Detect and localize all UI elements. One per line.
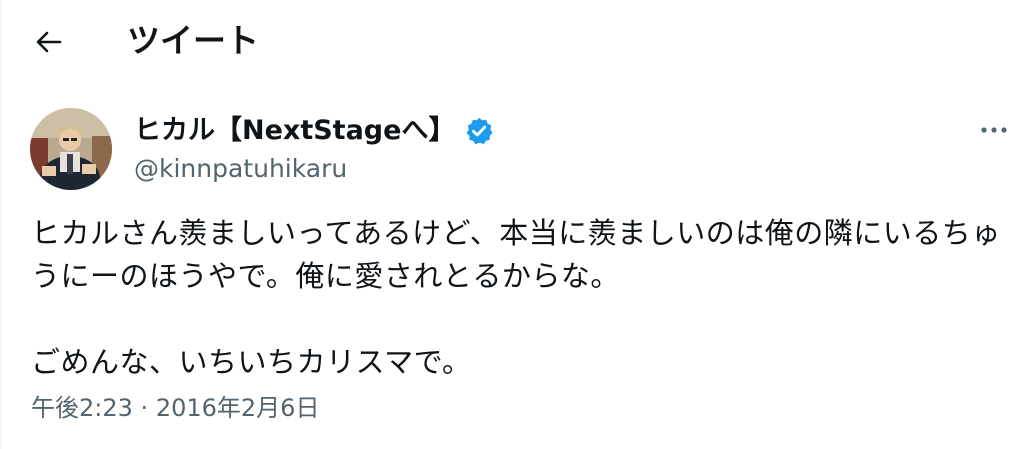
back-button[interactable] xyxy=(29,22,69,62)
verified-badge-icon[interactable] xyxy=(464,116,494,146)
tweet-text: ヒカルさん羨ましいってあるけど、本当に羨ましいのは俺の隣にいるちゅうにーのほうや… xyxy=(31,212,1011,384)
tweet-page: ツイート ヒカル【NextStageへ】 @kinnpatuhikaru ヒカル… xyxy=(0,0,1024,449)
display-name-row: ヒカル【NextStageへ】 xyxy=(134,112,494,150)
meta-separator: · xyxy=(140,394,149,422)
page-title: ツイート xyxy=(127,21,259,60)
tweet-text-paragraph-1: ヒカルさん羨ましいってあるけど、本当に羨ましいのは俺の隣にいるちゅうにーのほうや… xyxy=(31,216,1001,293)
arrow-left-icon xyxy=(36,31,62,53)
author-handle[interactable]: @kinnpatuhikaru xyxy=(134,152,494,186)
author-info: ヒカル【NextStageへ】 @kinnpatuhikaru xyxy=(134,112,494,186)
page-header: ツイート xyxy=(1,0,1024,86)
more-options-button[interactable] xyxy=(977,116,1011,144)
profile-photo xyxy=(30,108,112,190)
avatar[interactable] xyxy=(30,108,112,190)
tweet-date[interactable]: 2016年2月6日 xyxy=(156,394,320,422)
tweet-time[interactable]: 午後2:23 xyxy=(31,394,133,422)
author-display-name[interactable]: ヒカル【NextStageへ】 xyxy=(134,112,455,150)
tweet-timestamp: 午後2:23 · 2016年2月6日 xyxy=(31,390,319,426)
more-options-icon xyxy=(981,127,1007,133)
tweet-text-paragraph-2: ごめんな、いちいちカリスマで。 xyxy=(31,345,472,379)
